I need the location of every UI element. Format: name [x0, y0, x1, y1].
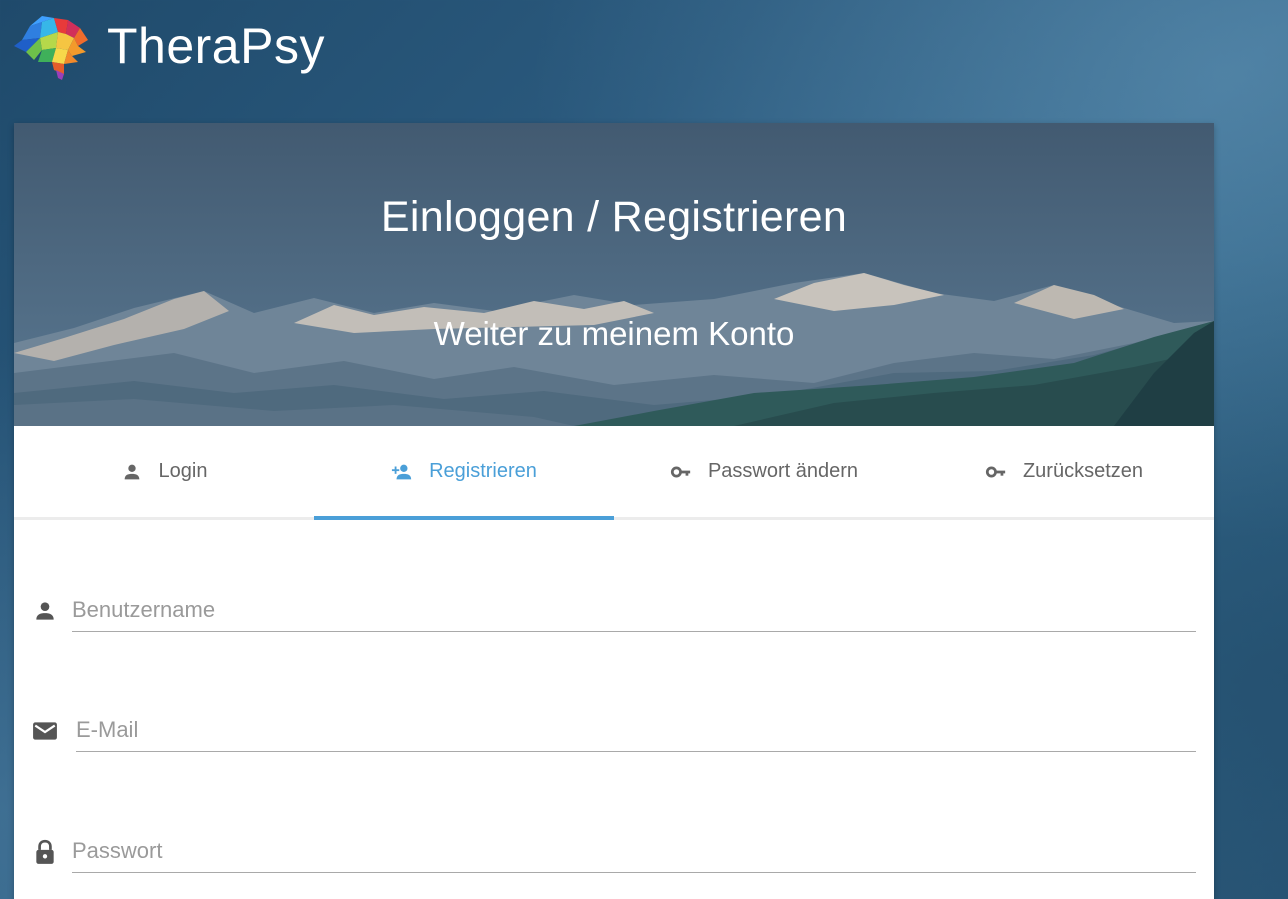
email-field	[32, 702, 1196, 752]
brain-logo-icon	[14, 16, 88, 80]
hero-subtitle: Weiter zu meinem Konto	[433, 315, 795, 352]
tab-change-password[interactable]: Passwort ändern	[614, 426, 914, 517]
hero-banner: Einloggen / Registrieren Weiter zu meine…	[14, 123, 1214, 426]
brand-link[interactable]: TheraPsy	[12, 12, 325, 80]
brand-name: TheraPsy	[107, 18, 325, 74]
tab-change-password-label: Passwort ändern	[707, 460, 859, 482]
password-input[interactable]	[72, 829, 1196, 873]
person-icon	[124, 464, 139, 479]
top-bar: TheraPsy	[0, 0, 1288, 100]
password-field	[32, 823, 1196, 873]
tab-login[interactable]: Login	[14, 426, 314, 517]
lock-icon	[36, 839, 54, 864]
tab-register[interactable]: Registrieren	[314, 426, 614, 520]
username-field	[32, 582, 1196, 632]
login-card: Einloggen / Registrieren Weiter zu meine…	[14, 123, 1214, 899]
key-icon	[985, 466, 1006, 477]
mountains-illustration	[14, 273, 1214, 426]
tab-reset[interactable]: Zurücksetzen	[914, 426, 1214, 517]
key-icon	[670, 466, 691, 477]
register-form	[14, 520, 1214, 899]
username-input[interactable]	[72, 588, 1196, 632]
tab-register-label: Registrieren	[429, 460, 537, 482]
auth-tabs: Login Registrieren Passwort ändern Zurüc…	[14, 426, 1214, 520]
email-icon	[33, 722, 57, 740]
email-input[interactable]	[76, 708, 1196, 752]
person-icon	[36, 602, 54, 620]
tab-login-label: Login	[158, 460, 208, 482]
tab-reset-label: Zurücksetzen	[1022, 460, 1144, 482]
hero-title: Einloggen / Registrieren	[380, 193, 848, 241]
person-add-icon	[391, 464, 412, 479]
